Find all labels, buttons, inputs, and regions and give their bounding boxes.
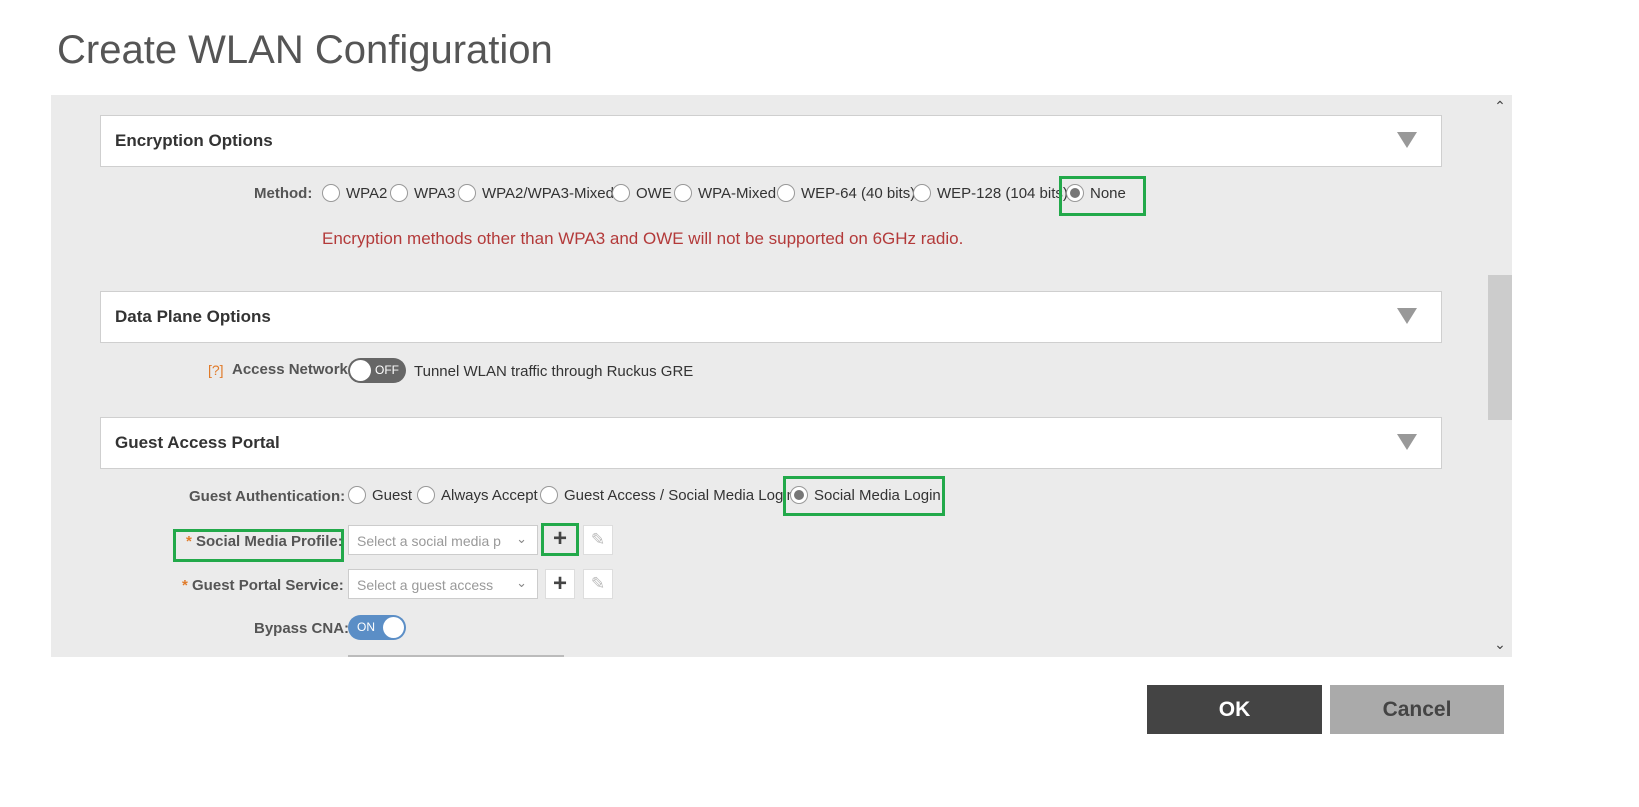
select-placeholder: Select a guest access bbox=[357, 577, 494, 593]
guest-portal-service-select[interactable]: Select a guest access ⌄ bbox=[348, 569, 538, 599]
radio-label: Always Accept bbox=[441, 486, 538, 504]
dialog-title: Create WLAN Configuration bbox=[57, 28, 553, 72]
toggle-state: OFF bbox=[375, 363, 399, 377]
radio-icon[interactable] bbox=[348, 486, 366, 504]
radio-wpa2[interactable]: WPA2 bbox=[322, 184, 387, 202]
radio-icon[interactable] bbox=[674, 184, 692, 202]
radio-icon[interactable] bbox=[777, 184, 795, 202]
guest-authentication-label: Guest Authentication: bbox=[189, 488, 346, 505]
radio-wep-64[interactable]: WEP-64 (40 bits) bbox=[777, 184, 915, 202]
bypass-cna-label: Bypass CNA: bbox=[254, 620, 350, 637]
section-guest-access-portal[interactable]: Guest Access Portal bbox=[100, 417, 1442, 469]
help-icon[interactable]: [?] bbox=[208, 362, 224, 378]
radio-icon[interactable] bbox=[322, 184, 340, 202]
radio-label: WEP-128 (104 bits) bbox=[937, 184, 1068, 202]
pencil-icon: ✎ bbox=[590, 574, 606, 593]
method-label: Method: bbox=[254, 185, 313, 202]
radio-selected-icon[interactable] bbox=[790, 486, 808, 504]
guest-portal-service-label: * Guest Portal Service: bbox=[182, 577, 344, 594]
radio-icon[interactable] bbox=[390, 184, 408, 202]
radio-label: OWE bbox=[636, 184, 672, 202]
radio-wpa2-wpa3-mixed[interactable]: WPA2/WPA3-Mixed bbox=[458, 184, 614, 202]
toggle-knob bbox=[383, 617, 404, 638]
cancel-button[interactable]: Cancel bbox=[1330, 685, 1504, 734]
toggle-knob bbox=[350, 360, 371, 381]
section-encryption-options[interactable]: Encryption Options bbox=[100, 115, 1442, 167]
radio-label: Guest bbox=[372, 486, 413, 504]
radio-owe[interactable]: OWE bbox=[612, 184, 672, 202]
radio-icon[interactable] bbox=[540, 486, 558, 504]
section-data-plane-options[interactable]: Data Plane Options bbox=[100, 291, 1442, 343]
radio-label: WPA-Mixed bbox=[698, 184, 777, 202]
social-media-profile-label: * Social Media Profile: bbox=[186, 533, 343, 550]
radio-label: WPA3 bbox=[414, 184, 456, 202]
chevron-down-icon: ⌄ bbox=[516, 531, 527, 546]
access-network-label: Access Network: bbox=[232, 361, 353, 378]
pencil-icon: ✎ bbox=[590, 530, 606, 549]
radio-guest[interactable]: Guest bbox=[348, 486, 412, 504]
section-title: Data Plane Options bbox=[115, 307, 271, 326]
add-guest-portal-service-button[interactable]: + bbox=[545, 569, 575, 599]
radio-always-accept[interactable]: Always Accept bbox=[417, 486, 538, 504]
radio-icon[interactable] bbox=[913, 184, 931, 202]
radio-selected-icon[interactable] bbox=[1066, 184, 1084, 202]
scrollbar-thumb[interactable] bbox=[1488, 275, 1512, 420]
chevron-down-icon: ⌄ bbox=[516, 575, 527, 590]
edit-guest-portal-service-button[interactable]: ✎ bbox=[583, 569, 613, 599]
radio-icon[interactable] bbox=[458, 184, 476, 202]
radio-guest-access-social-media-login[interactable]: Guest Access / Social Media Login bbox=[540, 486, 795, 504]
collapse-caret-icon[interactable] bbox=[1397, 132, 1417, 148]
edit-social-media-profile-button[interactable]: ✎ bbox=[583, 525, 613, 555]
required-mark: * bbox=[186, 533, 192, 550]
radio-social-media-login[interactable]: Social Media Login bbox=[790, 486, 941, 504]
access-network-description: Tunnel WLAN traffic through Ruckus GRE bbox=[414, 363, 694, 380]
add-social-media-profile-button[interactable]: + bbox=[545, 525, 575, 555]
radio-icon[interactable] bbox=[612, 184, 630, 202]
plus-icon: + bbox=[552, 525, 567, 552]
label-text: Social Media Profile: bbox=[196, 533, 343, 550]
radio-wpa-mixed[interactable]: WPA-Mixed bbox=[674, 184, 776, 202]
radio-label: WPA2/WPA3-Mixed bbox=[482, 184, 614, 202]
select-placeholder: Select a social media p bbox=[357, 533, 501, 549]
encryption-warning: Encryption methods other than WPA3 and O… bbox=[322, 229, 964, 248]
social-media-profile-select[interactable]: Select a social media p ⌄ bbox=[348, 525, 538, 555]
radio-none[interactable]: None bbox=[1066, 184, 1126, 202]
scroll-down-icon[interactable]: ⌄ bbox=[1488, 636, 1512, 653]
radio-label: WPA2 bbox=[346, 184, 388, 202]
label-text: Guest Portal Service: bbox=[192, 577, 344, 594]
partially-visible-field bbox=[348, 655, 564, 657]
plus-icon: + bbox=[552, 570, 567, 597]
scroll-up-icon[interactable]: ⌃ bbox=[1488, 98, 1512, 115]
section-title: Encryption Options bbox=[115, 131, 273, 150]
ok-button[interactable]: OK bbox=[1147, 685, 1322, 734]
section-title: Guest Access Portal bbox=[115, 433, 280, 452]
collapse-caret-icon[interactable] bbox=[1397, 308, 1417, 324]
access-network-toggle[interactable]: OFF bbox=[348, 358, 406, 383]
radio-icon[interactable] bbox=[417, 486, 435, 504]
radio-label: Social Media Login bbox=[814, 486, 941, 504]
radio-wep-128[interactable]: WEP-128 (104 bits) bbox=[913, 184, 1068, 202]
collapse-caret-icon[interactable] bbox=[1397, 434, 1417, 450]
bypass-cna-toggle[interactable]: ON bbox=[348, 615, 406, 640]
radio-label: None bbox=[1090, 184, 1126, 202]
radio-wpa3[interactable]: WPA3 bbox=[390, 184, 455, 202]
required-mark: * bbox=[182, 577, 188, 594]
toggle-state: ON bbox=[357, 620, 375, 634]
radio-label: WEP-64 (40 bits) bbox=[801, 184, 916, 202]
radio-label: Guest Access / Social Media Login bbox=[564, 486, 795, 504]
